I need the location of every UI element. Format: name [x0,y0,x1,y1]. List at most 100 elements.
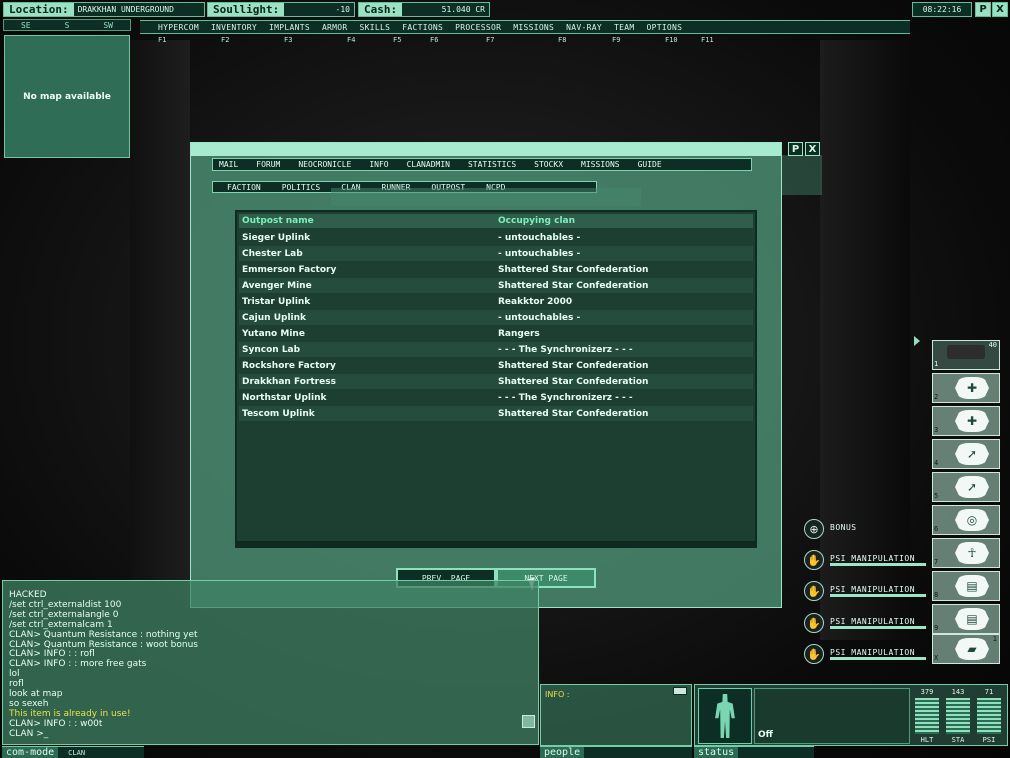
table-row[interactable]: Yutano Mine Rangers [239,326,753,341]
table-row[interactable]: Sieger Uplink - untouchables - [239,230,753,245]
tab-clanadmin[interactable]: CLANADMIN [407,160,450,169]
psi-label: PSI [982,736,996,744]
location-value: DRAKKHAN UNDERGROUND [77,5,174,14]
menu-nav-ray[interactable]: NAV-RAY [566,23,602,32]
psi-hand-icon: ✋ [804,613,824,633]
minimap[interactable]: No map available [4,35,130,158]
dialog-title-strip[interactable] [191,143,781,156]
quickslot-7[interactable]: ☥ 7 [932,538,1000,568]
table-row[interactable]: Emmerson Factory Shattered Star Confeder… [239,262,753,277]
tab-mail[interactable]: MAIL [219,160,238,169]
close-button[interactable]: X [992,2,1008,17]
table-row[interactable]: Drakkhan Fortress Shattered Star Confede… [239,374,753,389]
stamina-label: STA [951,736,965,744]
slot-number: 2 [934,393,939,401]
tab-neocronicle[interactable]: NEOCRONICLE [298,160,351,169]
psi-bar [977,698,1001,734]
column-header-clan[interactable]: Occupying clan [498,216,575,226]
status-tab[interactable]: status [694,746,814,758]
table-row[interactable]: Tescom Uplink Shattered Star Confederati… [239,406,753,421]
main-menu-bar: HYPERCOM INVENTORY IMPLANTS ARMOR SKILLS… [140,20,910,34]
stamina-bar [946,698,970,734]
com-mode-tab[interactable]: com-mode CLAN [2,746,144,758]
slot-number: 6 [934,525,939,533]
table-row[interactable]: Tristar Uplink Reakktor 2000 [239,294,753,309]
fkey-hint: F5 [393,36,402,44]
status-screen [754,688,910,744]
outpost-name: Sieger Uplink [242,232,311,243]
effect-bonus: ⊕ BONUS [802,517,930,541]
location-display: Location: DRAKKHAN UNDERGROUND [3,2,205,17]
chat-line: lol [9,669,20,680]
menu-team[interactable]: TEAM [614,23,634,32]
table-row[interactable]: Syncon Lab - - - The Synchronizerz - - - [239,342,753,357]
dialog-close-button[interactable]: X [805,142,820,156]
tab-guide[interactable]: GUIDE [638,160,662,169]
occupying-clan: - untouchables - [498,312,581,323]
info-minimize-button[interactable] [673,687,687,695]
menu-options[interactable]: OPTIONS [646,23,682,32]
quickslot-5[interactable]: ➚ 5 [932,472,1000,502]
menu-hypercom[interactable]: HYPERCOM [158,23,199,32]
tab-missions[interactable]: MISSIONS [581,160,620,169]
table-row[interactable]: Avenger Mine Shattered Star Confederatio… [239,278,753,293]
outpost-name: Tescom Uplink [242,408,315,419]
table-row[interactable]: Northstar Uplink - - - The Synchronizerz… [239,390,753,405]
arrow-shield-icon: ➚ [955,476,989,498]
chat-scroll-button[interactable] [522,715,535,728]
table-row[interactable]: Cajun Uplink - untouchables - [239,310,753,325]
cash-display: Cash: 51.040 CR [358,2,490,17]
quickslot-3[interactable]: ✚ 3 [932,406,1000,436]
quickslot-x[interactable]: ▰ X 1 [932,634,1000,664]
heal-cross-icon: ✚ [955,377,989,399]
menu-factions[interactable]: FACTIONS [402,23,443,32]
quickslot-9[interactable]: ▤ 9 [932,604,1000,634]
table-header: Outpost name Occupying clan [239,214,753,228]
occupying-clan: Shattered Star Confederation [498,264,649,275]
dialog-pin-button[interactable]: P [788,142,803,156]
tab-statistics[interactable]: STATISTICS [468,160,516,169]
menu-skills[interactable]: SKILLS [360,23,391,32]
top-status-bar: Location: DRAKKHAN UNDERGROUND Soullight… [0,0,1010,18]
outpost-name: Rockshore Factory [242,360,336,371]
avatar[interactable] [698,688,752,744]
menu-processor[interactable]: PROCESSOR [455,23,501,32]
occupying-clan: Rangers [498,328,540,339]
pin-button[interactable]: P [975,2,991,17]
chat-line: CLAN> INFO : : more free gats [9,659,147,670]
quickslot-4[interactable]: ➚ 4 [932,439,1000,469]
effect-label: PSI MANIPULATION [830,554,916,563]
chat-log: HACKED /set ctrl_externaldist 100 /set c… [9,590,198,740]
chat-input[interactable]: CLAN >_ [9,729,198,740]
bonus-icon: ⊕ [804,519,824,539]
menu-implants[interactable]: IMPLANTS [269,23,310,32]
occupying-clan: Shattered Star Confederation [498,280,649,291]
effect-label: PSI MANIPULATION [830,648,916,657]
occupying-clan: Shattered Star Confederation [498,408,649,419]
menu-armor[interactable]: ARMOR [322,23,348,32]
subtab-faction[interactable]: FACTION [227,183,261,192]
hypercom-dialog: MAIL FORUM NEOCRONICLE INFO CLANADMIN ST… [190,142,782,608]
quickslot-2[interactable]: ✚ 2 [932,373,1000,403]
menu-inventory[interactable]: INVENTORY [211,23,257,32]
table-row[interactable]: Chester Lab - untouchables - [239,246,753,261]
quickslot-6[interactable]: ◎ 6 [932,505,1000,535]
table-footer [237,541,755,546]
stamina-gauge: 143 STA [943,688,973,744]
tab-stockx[interactable]: STOCKX [534,160,563,169]
subtab-politics[interactable]: POLITICS [282,183,321,192]
menu-missions[interactable]: MISSIONS [513,23,554,32]
battery-icon: ▰ [955,638,989,660]
quickslot-1[interactable]: 40 1 [932,340,1000,370]
chat-window[interactable]: HACKED /set ctrl_externaldist 100 /set c… [2,580,539,745]
compass-heading: SE [20,20,31,30]
tab-forum[interactable]: FORUM [256,160,280,169]
quickslot-8[interactable]: ▤ 8 [932,571,1000,601]
play-arrow-icon[interactable] [914,336,920,346]
table-row[interactable]: Rockshore Factory Shattered Star Confede… [239,358,753,373]
people-tab[interactable]: people [540,746,692,758]
arrow-boost-icon: ➚ [955,443,989,465]
column-header-outpost[interactable]: Outpost name [242,216,314,226]
tab-info[interactable]: INFO [369,160,388,169]
background-window-ghost [331,188,641,206]
